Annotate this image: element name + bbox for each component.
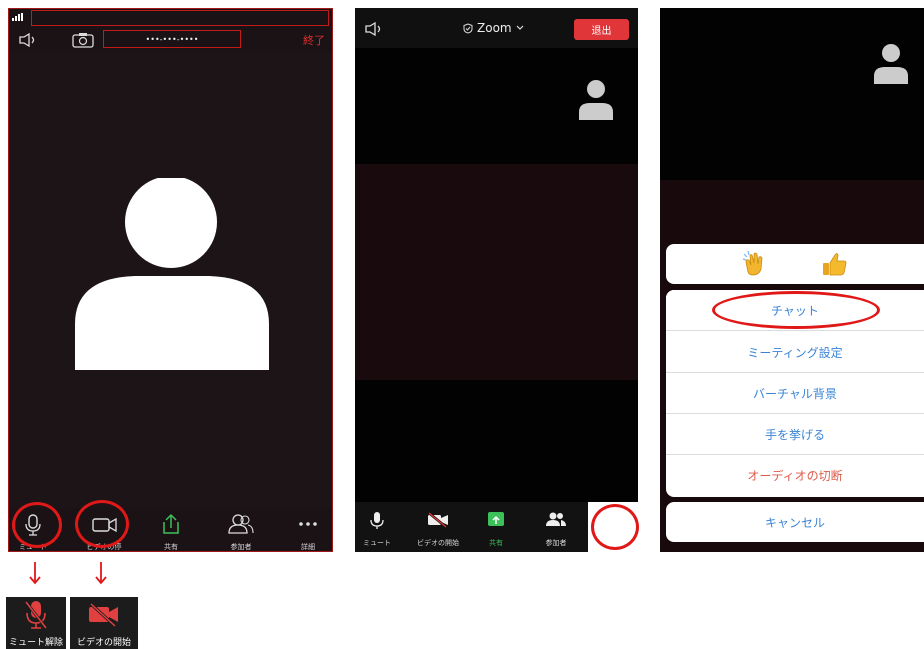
video-area-upper [660, 8, 924, 180]
video-off-icon [88, 603, 120, 627]
muted-microphone-icon [24, 600, 48, 630]
meeting-title-text: Zoom [477, 21, 512, 35]
participant-thumbnail-avatar [874, 44, 908, 88]
chat-highlight-ring [712, 291, 880, 329]
speaker-icon[interactable] [364, 22, 384, 36]
raise-hand-menu-item[interactable]: 手を挙げる [666, 414, 924, 455]
participants-label: 参加者 [545, 539, 567, 547]
down-arrow-icon [95, 562, 107, 586]
mute-button[interactable]: ミュート [355, 502, 399, 552]
cancel-button[interactable]: キャンセル [666, 502, 924, 542]
mute-highlight-ring [12, 502, 62, 548]
shield-check-icon [463, 22, 473, 34]
video-area-lower [355, 380, 638, 502]
start-video-button[interactable]: ビデオの開始 [410, 502, 466, 552]
meeting-settings-menu-item[interactable]: ミーティング設定 [666, 332, 924, 373]
start-video-label: ビデオの開始 [76, 638, 131, 648]
participants-button[interactable]: 参加者 [531, 502, 581, 552]
share-label: 共有 [489, 539, 503, 547]
mute-label: ミュート [363, 539, 391, 547]
microphone-icon [370, 512, 384, 530]
video-highlight-ring [75, 500, 129, 548]
thumbs-up-reaction-button[interactable] [820, 250, 848, 278]
more-highlight-ring [591, 504, 639, 550]
virtual-background-menu-item[interactable]: バーチャル背景 [666, 373, 924, 414]
reaction-bar [666, 244, 924, 284]
video-area-middle [355, 164, 638, 380]
down-arrow-icon [29, 562, 41, 586]
chevron-down-icon [516, 25, 524, 31]
clap-icon [742, 250, 770, 278]
phone-screen-video-off: Zoom 退出 ミュート ビデオの開始 共有 参加者 [355, 8, 638, 552]
start-video-callout: ビデオの開始 [70, 597, 138, 649]
disconnect-audio-menu-item[interactable]: オーディオの切断 [666, 455, 924, 496]
unmute-label: ミュート解除 [8, 638, 63, 648]
clap-reaction-button[interactable] [742, 250, 770, 278]
meeting-title[interactable]: Zoom [463, 21, 524, 35]
participant-thumbnail-avatar [579, 80, 613, 124]
meeting-top-bar: Zoom 退出 [355, 8, 638, 48]
share-upload-icon [488, 512, 504, 526]
thumbs-up-icon [820, 250, 848, 278]
panel1-frame [8, 8, 333, 552]
share-button[interactable]: 共有 [473, 502, 519, 552]
participants-icon [546, 512, 566, 526]
video-off-icon [427, 512, 449, 528]
start-video-label: ビデオの開始 [417, 539, 459, 547]
leave-button[interactable]: 退出 [574, 19, 629, 40]
unmute-callout: ミュート解除 [6, 597, 66, 649]
